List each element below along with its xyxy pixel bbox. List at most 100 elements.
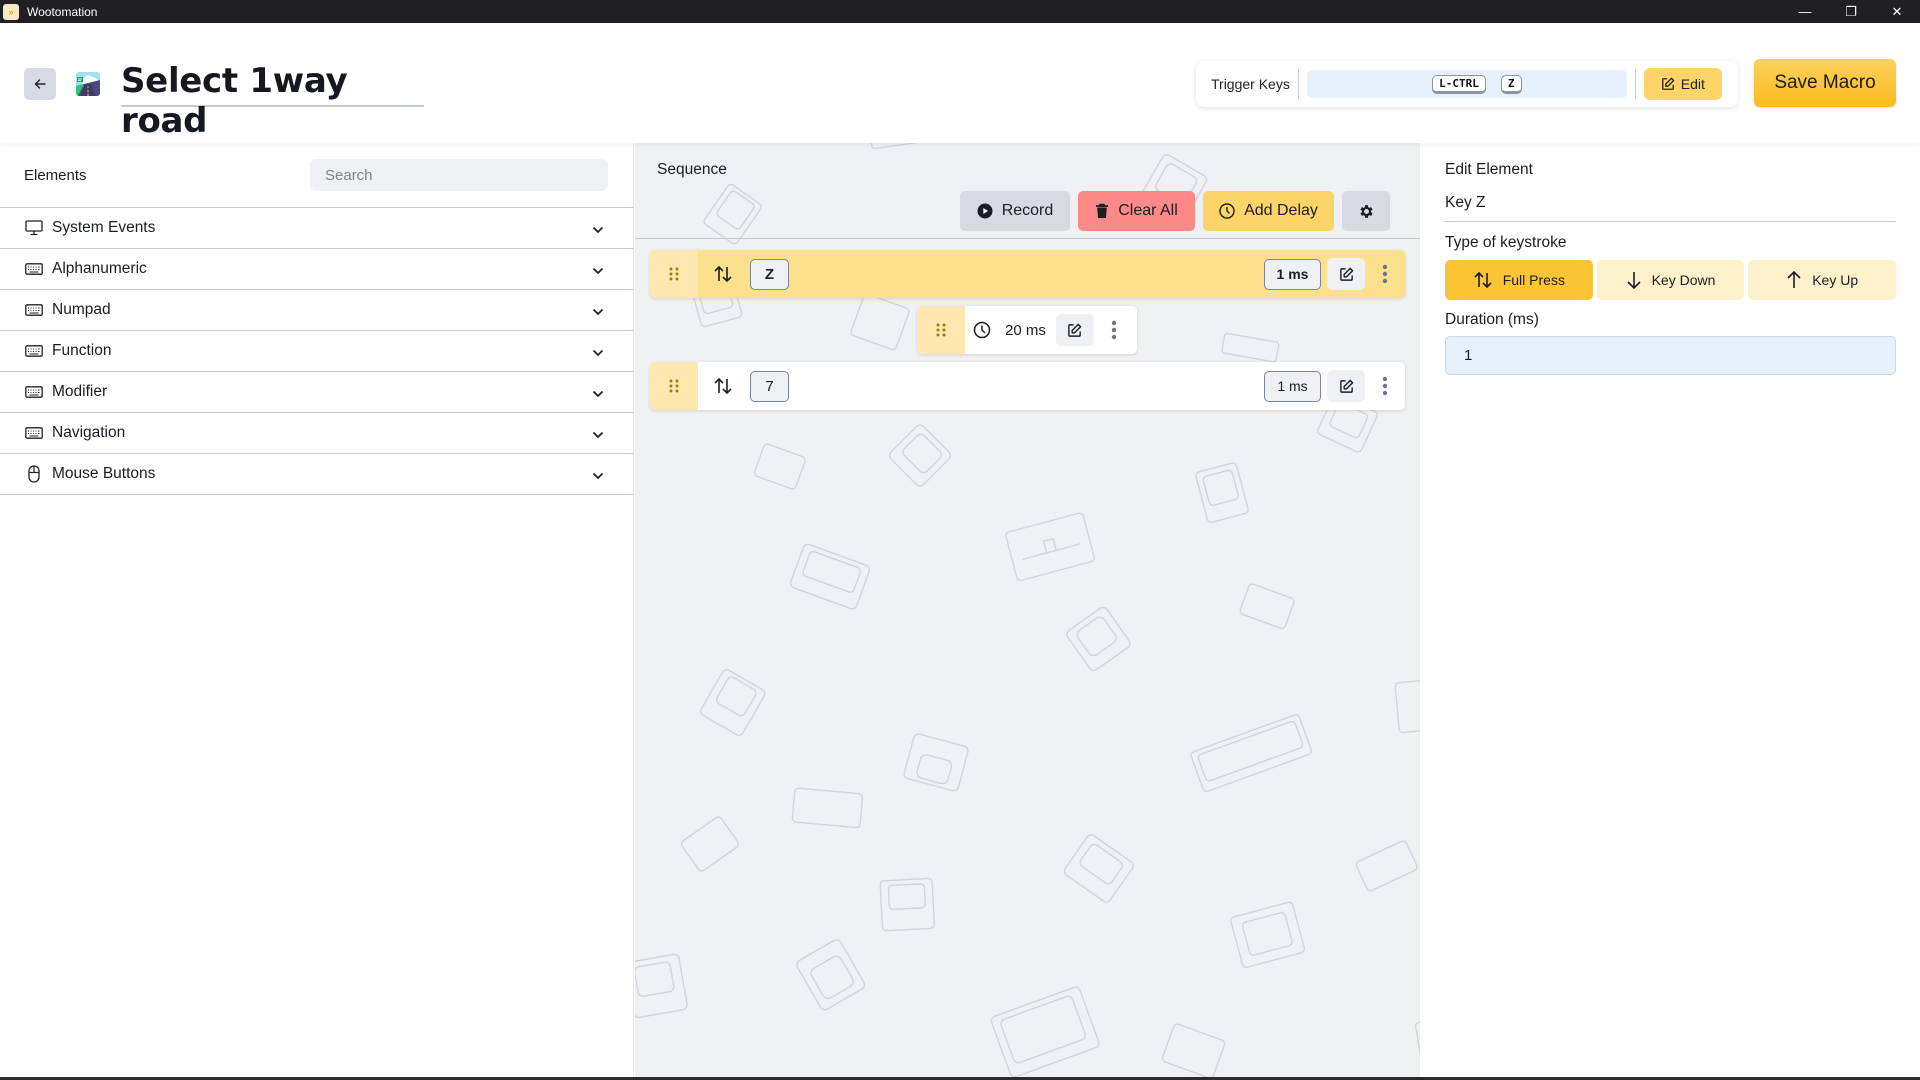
category-label: System Events	[52, 219, 156, 236]
kebab-menu-icon	[1382, 264, 1388, 284]
edit-item-button[interactable]	[1327, 258, 1365, 290]
chevron-down-icon	[592, 303, 604, 321]
mouse-icon	[24, 465, 44, 483]
drag-handle[interactable]	[650, 362, 698, 410]
full-press-option[interactable]: Full Press	[1445, 260, 1593, 300]
key-badge: 7	[750, 370, 789, 402]
category-list: System Events Alphanumeric Numpad Functi…	[0, 207, 633, 495]
grip-dots-icon	[669, 379, 679, 393]
row-actions: 1 ms	[1264, 258, 1405, 290]
grip-dots-icon	[669, 267, 679, 281]
add-delay-button[interactable]: Add Delay	[1203, 191, 1334, 231]
add-delay-label: Add Delay	[1244, 202, 1318, 219]
option-label: Full Press	[1502, 272, 1565, 288]
category-system-events[interactable]: System Events	[0, 208, 633, 249]
trash-icon	[1096, 203, 1109, 218]
edit-icon	[1068, 323, 1082, 337]
category-label: Mouse Buttons	[52, 465, 156, 482]
chevron-down-icon	[592, 262, 604, 280]
edit-delay-button[interactable]	[1055, 314, 1094, 346]
option-label: Key Up	[1812, 272, 1859, 288]
clock-icon	[973, 321, 993, 339]
trigger-keys-label: Trigger Keys	[1211, 76, 1290, 92]
key-up-option[interactable]: Key Up	[1748, 260, 1897, 300]
grip-dots-icon	[936, 323, 946, 337]
macro-header: Select 1way road Trigger Keys L-CTRL Z E…	[0, 23, 1920, 143]
page-title: Select 1way road	[121, 61, 348, 141]
duration-label: Duration (ms)	[1445, 311, 1539, 328]
restore-button[interactable]: ❐	[1828, 0, 1874, 23]
edit-icon	[1339, 379, 1353, 393]
category-label: Function	[52, 342, 112, 359]
arrow-up-icon	[1787, 270, 1801, 288]
elements-title: Elements	[24, 166, 87, 184]
window-titlebar: » Wootomation — ❐ ✕	[0, 0, 1920, 23]
close-button[interactable]: ✕	[1874, 0, 1920, 23]
edit-item-button[interactable]	[1327, 370, 1365, 402]
more-options-button[interactable]	[1365, 370, 1405, 402]
duration-input[interactable]	[1445, 336, 1896, 375]
keystroke-type-label: Type of keystroke	[1445, 234, 1567, 251]
keyboard-icon	[24, 301, 44, 319]
sequence-item-key[interactable]: Z 1 ms	[650, 250, 1405, 298]
edit-element-title: Edit Element	[1445, 161, 1533, 178]
macro-title-field[interactable]: Select 1way road	[121, 61, 424, 141]
back-button[interactable]	[24, 68, 56, 100]
edit-trigger-keys-button[interactable]: Edit	[1643, 68, 1722, 100]
arrow-left-icon	[34, 79, 46, 89]
drag-handle[interactable]	[650, 250, 698, 298]
clear-all-button[interactable]: Clear All	[1078, 191, 1195, 231]
category-modifier[interactable]: Modifier	[0, 372, 633, 413]
sequence-panel: Sequence Record Clear All Add Delay Z 1 …	[635, 143, 1420, 1077]
divider	[1634, 69, 1636, 99]
chevron-down-icon	[592, 221, 604, 239]
row-actions: 1 ms	[1264, 370, 1405, 402]
drag-handle[interactable]	[917, 306, 965, 354]
category-alphanumeric[interactable]: Alphanumeric	[0, 249, 633, 290]
divider	[635, 238, 1420, 239]
trigger-keys-field[interactable]: L-CTRL Z	[1306, 70, 1627, 98]
more-options-button[interactable]	[1094, 314, 1134, 346]
monitor-icon	[24, 219, 44, 237]
element-name: Key Z	[1445, 194, 1486, 211]
edit-icon	[1661, 77, 1675, 90]
trigger-key-chip: Z	[1500, 74, 1522, 94]
edit-icon	[1339, 267, 1353, 281]
window-controls: — ❐ ✕	[1782, 0, 1920, 23]
gear-icon	[1359, 204, 1373, 218]
key-down-option[interactable]: Key Down	[1596, 260, 1745, 300]
sequence-item-delay[interactable]: 20 ms	[917, 306, 1137, 354]
chevron-down-icon	[592, 385, 604, 403]
sequence-settings-button[interactable]	[1342, 191, 1390, 231]
more-options-button[interactable]	[1365, 258, 1405, 290]
sequence-item-key[interactable]: 7 1 ms	[650, 362, 1405, 410]
category-navigation[interactable]: Navigation	[0, 413, 633, 454]
sequence-title: Sequence	[657, 161, 727, 178]
record-icon	[977, 203, 993, 219]
keyboard-icon	[24, 342, 44, 360]
edit-element-panel: Edit Element Key Z Type of keystroke Ful…	[1421, 143, 1920, 1077]
minimize-button[interactable]: —	[1782, 0, 1828, 23]
kebab-menu-icon	[1382, 376, 1388, 396]
arrows-up-down-icon	[1474, 271, 1492, 289]
keyboard-icon	[24, 424, 44, 442]
category-numpad[interactable]: Numpad	[0, 290, 633, 331]
trigger-key-chip: L-CTRL	[1432, 74, 1486, 94]
divider	[1297, 69, 1299, 99]
road-image-icon	[76, 72, 100, 96]
search-input[interactable]	[310, 159, 608, 191]
category-function[interactable]: Function	[0, 331, 633, 372]
category-mouse-buttons[interactable]: Mouse Buttons	[0, 454, 633, 495]
category-label: Modifier	[52, 383, 108, 400]
trigger-keys-card: Trigger Keys L-CTRL Z Edit	[1196, 61, 1738, 107]
app-name: Wootomation	[27, 4, 98, 19]
category-label: Navigation	[52, 424, 126, 441]
elements-panel: Elements System Events Alphanumeric Nump…	[0, 143, 634, 1077]
keyboard-icon	[24, 260, 44, 278]
record-button[interactable]: Record	[960, 191, 1070, 231]
elements-panel-header: Elements	[0, 143, 633, 207]
edit-label: Edit	[1680, 76, 1705, 92]
divider	[1445, 221, 1896, 222]
save-macro-button[interactable]: Save Macro	[1754, 59, 1896, 107]
app-logo-icon: »	[3, 3, 19, 20]
